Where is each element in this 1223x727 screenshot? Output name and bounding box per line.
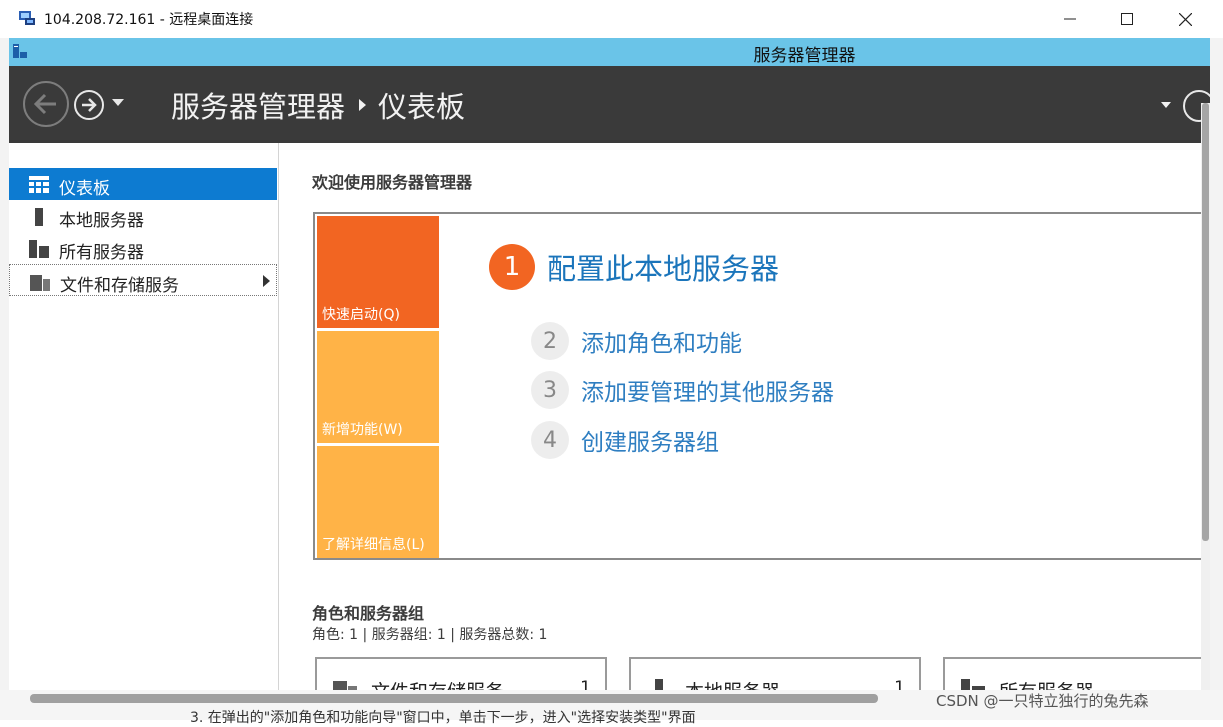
chevron-right-icon[interactable] xyxy=(263,275,270,287)
step-link[interactable]: 添加角色和功能 xyxy=(581,324,742,358)
tile-quick-start[interactable]: 快速启动(Q) xyxy=(317,216,439,328)
card-label: 所有服务器 xyxy=(999,677,1094,690)
forward-button[interactable] xyxy=(74,90,104,120)
host-desktop-left-edge xyxy=(0,38,9,720)
rdp-window-titlebar: 104.208.72.161 - 远程桌面连接 xyxy=(0,0,1223,38)
breadcrumb-root[interactable]: 服务器管理器 xyxy=(171,84,345,126)
step-number-badge: 2 xyxy=(531,322,569,360)
step-link[interactable]: 配置此本地服务器 xyxy=(547,246,779,288)
sidebar-item-label: 仪表板 xyxy=(59,179,110,199)
step-add-roles[interactable]: 2 添加角色和功能 xyxy=(531,322,742,360)
role-card-file-storage[interactable]: 文件和存储服务 1 xyxy=(315,657,607,690)
app-title: 服务器管理器 xyxy=(753,46,856,66)
remote-session-area[interactable]: 服务器管理器 服务器管理器 仪表板 仪表板 本地服务器 所有服务器 文件和存储服… xyxy=(9,38,1210,690)
welcome-title: 欢迎使用服务器管理器 xyxy=(312,173,473,192)
roles-section-title: 角色和服务器组 xyxy=(312,604,425,623)
sidebar-item-all-servers[interactable]: 所有服务器 xyxy=(9,232,277,264)
servers-icon xyxy=(961,679,985,690)
breadcrumb-current: 仪表板 xyxy=(378,90,466,124)
server-icon xyxy=(35,208,43,226)
close-button[interactable] xyxy=(1156,0,1214,38)
host-article-text: 3. 在弹出的"添加角色和功能向导"窗口中，单击下一步，进入"选择安装类型"界面 xyxy=(190,710,696,726)
sidebar-item-label: 所有服务器 xyxy=(59,243,144,263)
step-link[interactable]: 添加要管理的其他服务器 xyxy=(581,373,834,407)
horizontal-scrollbar-thumb[interactable] xyxy=(30,694,878,703)
dashboard-icon xyxy=(29,176,49,193)
sidebar-item-file-storage[interactable]: 文件和存储服务 xyxy=(9,264,277,296)
breadcrumb: 服务器管理器 仪表板 xyxy=(171,84,465,126)
role-card-all-servers[interactable]: 所有服务器 1 xyxy=(943,657,1210,690)
history-dropdown-icon[interactable] xyxy=(112,99,124,106)
sidebar-item-label: 文件和存储服务 xyxy=(60,276,179,296)
step-number-badge: 4 xyxy=(531,421,569,459)
step-number-badge: 1 xyxy=(489,244,535,290)
sidebar-item-label: 本地服务器 xyxy=(59,211,144,231)
step-configure-local-server[interactable]: 1 配置此本地服务器 xyxy=(489,244,779,290)
tile-label: 了解详细信息(L) xyxy=(322,537,425,553)
server-icon xyxy=(655,679,663,690)
tile-label: 快速启动(Q) xyxy=(322,307,400,323)
file-storage-icon xyxy=(30,275,50,291)
csdn-watermark: CSDN @一只特立独行的兔先森 xyxy=(936,692,1149,710)
minimize-icon xyxy=(1064,18,1076,20)
role-card-local-server[interactable]: 本地服务器 1 xyxy=(629,657,921,690)
tile-label: 新增功能(W) xyxy=(322,422,403,438)
tile-whats-new[interactable]: 新增功能(W) xyxy=(317,331,439,443)
minimize-button[interactable] xyxy=(1041,0,1099,38)
arrow-left-icon xyxy=(33,93,56,115)
vertical-scrollbar-thumb[interactable] xyxy=(1202,103,1209,541)
dashboard-content: 欢迎使用服务器管理器 快速启动(Q) 新增功能(W) 了解详细信息(L) 1 配… xyxy=(280,143,1210,690)
close-icon xyxy=(1178,12,1192,26)
card-count: 1 xyxy=(580,678,591,690)
remote-desktop-icon xyxy=(19,11,35,25)
sidebar: 仪表板 本地服务器 所有服务器 文件和存储服务 xyxy=(9,143,279,690)
servers-icon xyxy=(29,240,49,258)
server-manager-header: 服务器管理器 仪表板 xyxy=(9,66,1210,143)
step-add-servers[interactable]: 3 添加要管理的其他服务器 xyxy=(531,371,834,409)
file-storage-icon xyxy=(333,681,357,690)
window-title: 104.208.72.161 - 远程桌面连接 xyxy=(44,12,254,28)
host-desktop-right-edge xyxy=(1210,38,1223,720)
tile-learn-more[interactable]: 了解详细信息(L) xyxy=(317,446,439,558)
roles-summary: 角色: 1 | 服务器组: 1 | 服务器总数: 1 xyxy=(312,627,548,643)
step-number-badge: 3 xyxy=(531,371,569,409)
welcome-tile-panel: 快速启动(Q) 新增功能(W) 了解详细信息(L) 1 配置此本地服务器 2 添… xyxy=(313,212,1203,560)
step-create-server-group[interactable]: 4 创建服务器组 xyxy=(531,421,719,459)
header-dropdown-icon[interactable] xyxy=(1161,102,1171,108)
sidebar-item-local-server[interactable]: 本地服务器 xyxy=(9,200,277,232)
vertical-scrollbar[interactable] xyxy=(1201,103,1210,690)
breadcrumb-separator-icon xyxy=(359,99,367,111)
step-link[interactable]: 创建服务器组 xyxy=(581,423,719,457)
back-button[interactable] xyxy=(23,81,69,127)
card-count: 1 xyxy=(894,678,905,690)
sidebar-item-dashboard[interactable]: 仪表板 xyxy=(9,168,277,200)
card-label: 文件和存储服务 xyxy=(371,677,504,690)
maximize-button[interactable] xyxy=(1098,0,1156,38)
host-bottom-area: 3. 在弹出的"添加角色和功能向导"窗口中，单击下一步，进入"选择安装类型"界面… xyxy=(0,690,1223,726)
card-label: 本地服务器 xyxy=(685,677,780,690)
server-manager-titlebar: 服务器管理器 xyxy=(9,38,1210,66)
arrow-right-icon xyxy=(82,98,97,112)
maximize-icon xyxy=(1121,13,1133,25)
